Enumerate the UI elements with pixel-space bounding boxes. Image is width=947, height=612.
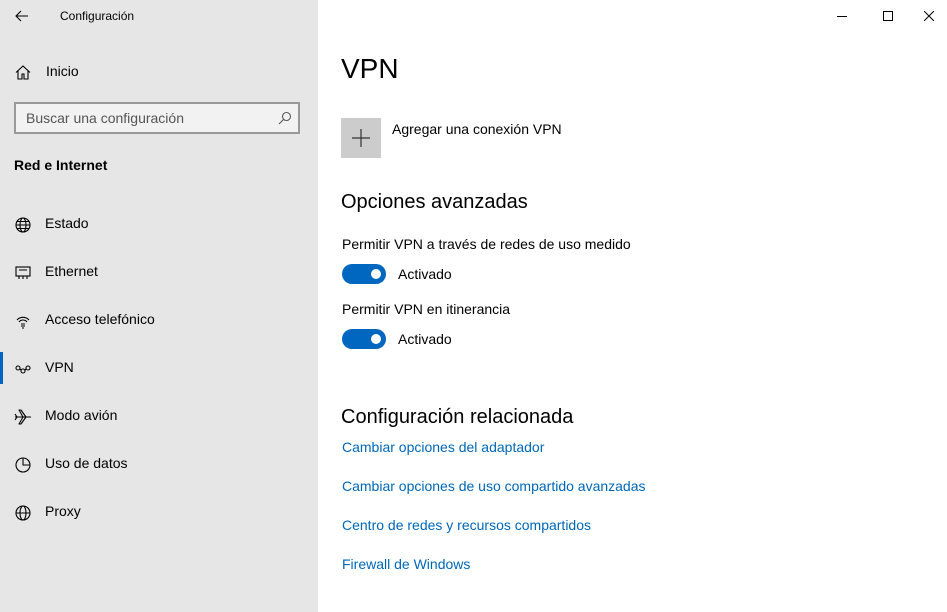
close-icon xyxy=(924,11,934,21)
sidebar-item-ethernet[interactable]: Ethernet xyxy=(0,256,318,304)
sidebar-item-vpn[interactable]: VPN xyxy=(0,352,318,400)
title-bar: Configuración xyxy=(0,0,318,32)
window-controls xyxy=(819,0,947,32)
sidebar-item-acceso-telefonico[interactable]: Acceso telefónico xyxy=(0,304,318,352)
data-usage-icon xyxy=(15,457,31,473)
sidebar-item-label: Acceso telefónico xyxy=(45,311,155,327)
sidebar-item-label: Proxy xyxy=(45,503,81,519)
roaming-option-label: Permitir VPN en itinerancia xyxy=(342,301,511,317)
sidebar-item-uso-de-datos[interactable]: Uso de datos xyxy=(0,448,318,496)
related-settings-heading: Configuración relacionada xyxy=(341,406,574,428)
maximize-button[interactable] xyxy=(865,0,911,32)
sidebar-nav: Estado Ethernet Acceso telefónico VPN Mo… xyxy=(0,208,318,544)
close-button[interactable] xyxy=(911,0,947,32)
dialup-icon xyxy=(16,316,30,329)
toggle-knob xyxy=(371,269,381,279)
metered-toggle-state: Activado xyxy=(398,266,452,282)
vpn-icon xyxy=(15,365,31,374)
ethernet-icon xyxy=(15,266,31,279)
minimize-button[interactable] xyxy=(819,0,865,32)
globe-icon xyxy=(15,505,31,521)
main-content: VPN Agregar una conexión VPN Opciones av… xyxy=(318,0,947,612)
section-title: Red e Internet xyxy=(14,157,108,173)
link-network-center[interactable]: Centro de redes y recursos compartidos xyxy=(342,517,591,533)
roaming-toggle-state: Activado xyxy=(398,331,452,347)
metered-option-label: Permitir VPN a través de redes de uso me… xyxy=(342,236,631,252)
toggle-knob xyxy=(371,334,381,344)
sidebar-item-label: Ethernet xyxy=(45,263,98,279)
link-adapter-options[interactable]: Cambiar opciones del adaptador xyxy=(342,439,544,455)
sidebar-item-proxy[interactable]: Proxy xyxy=(0,496,318,544)
back-button[interactable] xyxy=(8,2,36,30)
add-vpn-label: Agregar una conexión VPN xyxy=(392,121,562,137)
add-vpn-tile[interactable] xyxy=(341,118,381,158)
search-input[interactable] xyxy=(16,104,266,132)
sidebar-item-estado[interactable]: Estado xyxy=(0,208,318,256)
maximize-icon xyxy=(883,11,893,21)
airplane-icon xyxy=(14,409,31,425)
advanced-options-heading: Opciones avanzadas xyxy=(341,191,528,213)
sidebar-item-label: Estado xyxy=(45,215,89,231)
search-icon[interactable] xyxy=(278,111,292,125)
plus-icon xyxy=(352,129,370,147)
link-advanced-sharing[interactable]: Cambiar opciones de uso compartido avanz… xyxy=(342,478,646,494)
page-title: VPN xyxy=(341,53,399,84)
sidebar-item-label: Modo avión xyxy=(45,407,118,423)
metered-toggle[interactable] xyxy=(342,264,386,284)
minimize-icon xyxy=(837,16,847,17)
app-title: Configuración xyxy=(60,9,135,23)
sidebar-item-label: VPN xyxy=(45,359,74,375)
sidebar: Configuración Inicio Red e Internet Esta… xyxy=(0,0,318,612)
roaming-toggle[interactable] xyxy=(342,329,386,349)
globe-status-icon xyxy=(15,217,31,233)
sidebar-item-home[interactable]: Inicio xyxy=(0,56,318,88)
search-box[interactable] xyxy=(14,102,300,134)
home-icon xyxy=(15,65,31,80)
sidebar-item-modo-avion[interactable]: Modo avión xyxy=(0,400,318,448)
sidebar-item-label: Uso de datos xyxy=(45,455,128,471)
link-windows-firewall[interactable]: Firewall de Windows xyxy=(342,556,470,572)
sidebar-item-label: Inicio xyxy=(46,63,79,79)
back-arrow-icon xyxy=(15,10,28,22)
